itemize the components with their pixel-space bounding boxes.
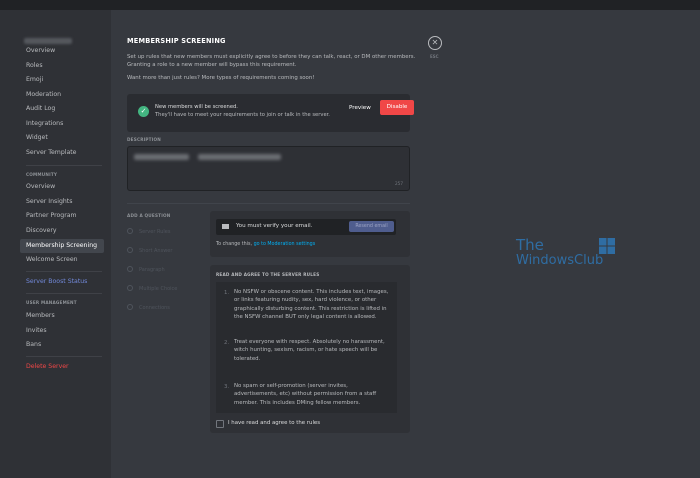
- change-setting-note: To change this, go to Moderation setting…: [216, 242, 315, 247]
- sidebar-divider: [26, 356, 102, 357]
- add-question-label: ADD A QUESTION: [127, 213, 171, 218]
- windows-logo-icon: [599, 238, 615, 254]
- intro-line-2: Granting a role to a new member will byp…: [127, 62, 297, 68]
- sidebar-item-delete-server[interactable]: Delete Server: [20, 360, 104, 374]
- rules-icon: [127, 228, 133, 234]
- more-requirements-note: Want more than just rules? More types of…: [127, 75, 315, 81]
- rule-number: 1.: [224, 290, 230, 296]
- paragraph-icon: [127, 266, 133, 272]
- sidebar-item-discovery[interactable]: Discovery: [20, 224, 104, 238]
- page-title: MEMBERSHIP SCREENING: [127, 37, 226, 45]
- sidebar-item-bans[interactable]: Bans: [20, 338, 104, 352]
- server-rules-card: READ AND AGREE TO THE SERVER RULES 1. No…: [210, 265, 410, 433]
- question-type-label: Paragraph: [139, 267, 165, 273]
- sidebar-item-roles[interactable]: Roles: [20, 59, 104, 73]
- rule-text: Treat everyone with respect. Absolutely …: [234, 339, 385, 362]
- sidebar-item-invites[interactable]: Invites: [20, 324, 104, 338]
- rule-number: 2.: [224, 340, 230, 346]
- rule-item: 2. Treat everyone with respect. Absolute…: [216, 332, 397, 376]
- sidebar-item-audit-log[interactable]: Audit Log: [20, 102, 104, 116]
- verify-email-card: You must verify your email. Resend email…: [210, 211, 410, 257]
- watermark: The WindowsClub: [516, 236, 615, 268]
- question-type-connections: Connections: [127, 304, 170, 311]
- resend-email-button[interactable]: Resend email: [349, 221, 394, 232]
- notice-line-1: New members will be screened.: [155, 104, 238, 110]
- agree-label[interactable]: I have read and agree to the rules: [228, 420, 320, 426]
- agree-checkbox[interactable]: [216, 420, 224, 428]
- sidebar-item-server-template[interactable]: Server Template: [20, 146, 104, 160]
- question-type-label: Connections: [139, 305, 170, 311]
- change-prefix: To change this,: [216, 242, 254, 247]
- intro-line-1: Set up rules that new members must expli…: [127, 54, 416, 60]
- watermark-line-2: WindowsClub: [516, 253, 604, 268]
- sidebar-item-moderation[interactable]: Moderation: [20, 88, 104, 102]
- sidebar-item-welcome-screen[interactable]: Welcome Screen: [20, 253, 104, 267]
- connections-icon: [127, 304, 133, 310]
- notice-line-2: They'll have to meet your requirements t…: [155, 112, 330, 118]
- rule-number: 3.: [224, 384, 230, 390]
- sidebar-item-members[interactable]: Members: [20, 309, 104, 323]
- esc-label: ESC: [430, 54, 439, 59]
- sidebar-divider: [26, 271, 102, 272]
- multiple-choice-icon: [127, 285, 133, 291]
- description-text-blurred: [198, 154, 281, 160]
- question-type-label: Multiple Choice: [139, 286, 178, 292]
- rule-text: No NSFW or obscene content. This include…: [234, 289, 389, 321]
- sidebar-header-user-management: USER MANAGEMENT: [26, 300, 77, 305]
- sidebar-item-integrations[interactable]: Integrations: [20, 117, 104, 131]
- question-type-paragraph: Paragraph: [127, 266, 165, 273]
- sidebar-item-community-overview[interactable]: Overview: [20, 180, 104, 194]
- sidebar-item-server-insights[interactable]: Server Insights: [20, 195, 104, 209]
- sidebar-item-widget[interactable]: Widget: [20, 131, 104, 145]
- section-divider: [127, 203, 410, 204]
- screening-enabled-notice: ✓ New members will be screened. They'll …: [127, 94, 414, 132]
- sidebar-divider: [26, 165, 102, 166]
- sidebar-item-emoji[interactable]: Emoji: [20, 73, 104, 87]
- close-button[interactable]: ✕: [428, 36, 442, 50]
- watermark-line-1: The: [516, 236, 544, 254]
- question-type-label: Server Rules: [139, 229, 171, 235]
- verify-email-row: You must verify your email. Resend email: [216, 219, 396, 235]
- sidebar-item-membership-screening[interactable]: Membership Screening: [20, 239, 104, 253]
- question-type-server-rules: Server Rules: [127, 228, 170, 235]
- sidebar-item-overview[interactable]: Overview: [20, 44, 104, 58]
- short-answer-icon: [127, 247, 133, 253]
- close-icon: ✕: [431, 38, 439, 47]
- sidebar-header-community: COMMUNITY: [26, 172, 58, 177]
- rule-item: 3. No spam or self-promotion (server inv…: [216, 376, 397, 413]
- disable-button[interactable]: Disable: [380, 100, 414, 115]
- question-type-label: Short Answer: [139, 248, 173, 254]
- sidebar-item-server-boost-status[interactable]: Server Boost Status: [20, 275, 104, 289]
- mail-icon: [222, 224, 229, 229]
- settings-sidebar: Overview Roles Emoji Moderation Audit Lo…: [0, 10, 111, 478]
- question-type-short-answer: Short Answer: [127, 247, 172, 254]
- rules-label: READ AND AGREE TO THE SERVER RULES: [216, 272, 320, 277]
- character-count: 257: [395, 181, 403, 186]
- rule-item: 1. No NSFW or obscene content. This incl…: [216, 282, 397, 332]
- rule-text: No spam or self-promotion (server invite…: [234, 383, 377, 406]
- question-type-multiple-choice: Multiple Choice: [127, 285, 177, 292]
- sidebar-item-partner-program[interactable]: Partner Program: [20, 209, 104, 223]
- verify-email-text: You must verify your email.: [236, 223, 313, 229]
- description-label: DESCRIPTION: [127, 137, 161, 142]
- preview-button[interactable]: Preview: [349, 105, 371, 111]
- title-bar: [0, 0, 700, 10]
- check-icon: ✓: [138, 106, 149, 117]
- sidebar-divider: [26, 293, 102, 294]
- moderation-settings-link[interactable]: go to Moderation settings: [254, 242, 316, 247]
- description-text-blurred: [134, 154, 189, 160]
- description-textarea[interactable]: 257: [127, 146, 410, 191]
